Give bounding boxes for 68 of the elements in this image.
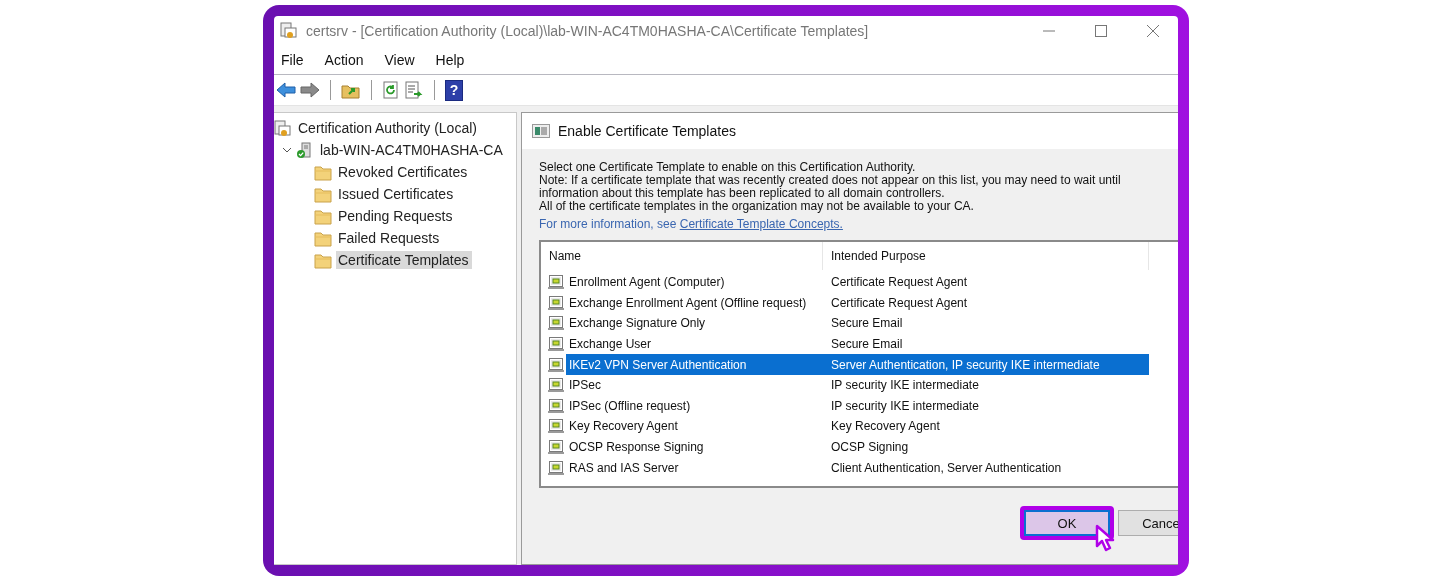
intended-purpose: Key Recovery Agent — [830, 418, 941, 436]
server-icon — [296, 141, 314, 159]
intended-purpose: Secure Email — [830, 336, 904, 354]
certificate-template-icon — [548, 315, 564, 332]
template-name[interactable]: IPSec — [566, 374, 823, 396]
window-title: certsrv - [Certification Authority (Local)\lab-WIN-AC4TM0HASHA-CA\Certificate Templates] — [306, 23, 869, 39]
back-arrow-icon[interactable] — [276, 81, 296, 99]
app-icon — [280, 22, 298, 40]
template-name[interactable]: IPSec (Offline request) — [566, 395, 823, 417]
description-text: Select one Certificate Template to enable on this Certification Authority. — [539, 161, 917, 174]
help-icon[interactable]: ? — [445, 79, 463, 101]
intended-purpose: Server Authentication, IP security IKE intermediate — [823, 354, 1149, 375]
folder-icon — [314, 185, 332, 203]
certificate-template-icon — [548, 294, 564, 311]
description-text: All of the certificate templates in the organization may not be available to your CA. — [539, 200, 975, 213]
tree-item[interactable]: lab-WIN-AC4TM0HASHA-CA — [318, 141, 507, 159]
template-name[interactable]: RAS and IAS Server — [566, 457, 823, 478]
template-name[interactable]: OCSP Response Signing — [566, 436, 823, 458]
description-text: Note: If a certificate template that was recently created does not appear on this list, you may need to wait until — [539, 174, 1122, 187]
dialog-title: Enable Certificate Templates — [558, 123, 736, 139]
dialog-button[interactable]: OK — [1024, 510, 1110, 536]
template-name[interactable]: Exchange Signature Only — [566, 313, 823, 334]
folder-icon — [314, 251, 332, 269]
dialog-icon — [532, 124, 550, 138]
certificate-template-icon — [548, 418, 564, 435]
tree-item[interactable]: Failed Requests — [336, 229, 444, 247]
menu-item[interactable]: File — [274, 52, 311, 68]
tree-item[interactable]: Issued Certificates — [336, 185, 458, 203]
certificate-template-icon — [548, 397, 564, 414]
certificate-template-icon — [548, 274, 564, 291]
chevron-down-icon[interactable] — [282, 145, 292, 155]
refresh-icon[interactable] — [382, 81, 400, 99]
menu-item[interactable]: Help — [428, 52, 472, 68]
tree-item[interactable]: Certificate Templates — [336, 251, 473, 269]
certificate-template-icon — [548, 377, 564, 394]
template-name[interactable]: Exchange User — [566, 333, 823, 355]
certificate-template-icon — [548, 336, 564, 353]
intended-purpose: Client Authentication, Server Authentication — [830, 459, 1063, 477]
column-header[interactable]: Intended Purpose — [823, 242, 1149, 270]
close-icon[interactable] — [1146, 24, 1160, 38]
intended-purpose: IP security IKE intermediate — [830, 397, 980, 415]
folder-icon — [314, 207, 332, 225]
template-name[interactable]: Exchange Enrollment Agent (Offline request) — [566, 292, 823, 314]
template-name[interactable]: Key Recovery Agent — [566, 416, 823, 437]
intended-purpose: OCSP Signing — [830, 439, 910, 457]
certificate-template-icon — [548, 439, 564, 456]
template-name[interactable]: Enrollment Agent (Computer) — [566, 272, 823, 293]
menu-item[interactable]: Action — [317, 52, 371, 68]
intended-purpose: IP security IKE intermediate — [830, 377, 980, 395]
folder-icon — [314, 163, 332, 181]
column-header[interactable]: Name — [541, 242, 823, 270]
forward-arrow-icon[interactable] — [300, 81, 320, 99]
intended-purpose: Certificate Request Agent — [830, 294, 969, 312]
intended-purpose: Certificate Request Agent — [830, 274, 969, 292]
description-text: information about this template has been replicated to all domain controllers. — [539, 187, 946, 200]
help-link[interactable]: Certificate Template Concepts. — [679, 217, 843, 231]
intended-purpose: Secure Email — [830, 315, 904, 333]
info-text: For more information, see Certificate Template Concepts. — [539, 217, 844, 232]
certificate-template-icon — [548, 459, 564, 476]
export-list-icon[interactable] — [404, 81, 424, 99]
tree-item[interactable]: Revoked Certificates — [336, 163, 472, 181]
maximize-icon[interactable] — [1094, 24, 1108, 38]
menu-item[interactable]: View — [377, 52, 422, 68]
template-name[interactable]: IKEv2 VPN Server Authentication — [566, 354, 823, 375]
folder-icon — [314, 229, 332, 247]
tree-item[interactable]: Certification Authority (Local) — [296, 119, 481, 137]
certificate-template-icon — [548, 356, 564, 373]
tree-item[interactable]: Pending Requests — [336, 207, 457, 225]
